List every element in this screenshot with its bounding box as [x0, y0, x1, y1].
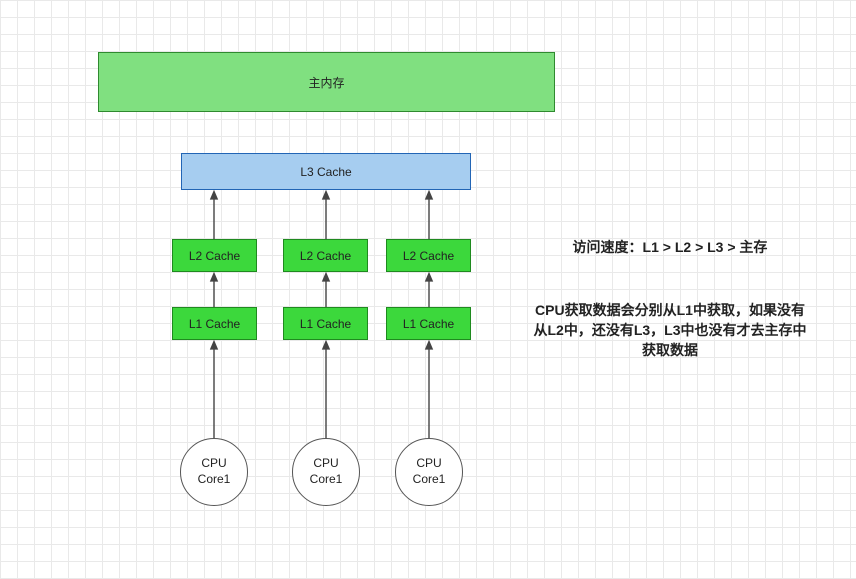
- main-memory-box: 主内存: [98, 52, 555, 112]
- l1-cache-label: L1 Cache: [189, 317, 240, 331]
- annotation-speed: 访问速度：L1 > L2 > L3 > 主存: [530, 237, 810, 257]
- cpu-core-label: CPU Core1: [198, 456, 231, 487]
- l1-cache-label: L1 Cache: [300, 317, 351, 331]
- annotation-speed-text: 访问速度：L1 > L2 > L3 > 主存: [573, 239, 768, 255]
- diagram-canvas: 主内存 L3 Cache L2 Cache L2 Cache L2 Cache …: [0, 0, 856, 579]
- l2-cache-box: L2 Cache: [386, 239, 471, 272]
- cpu-core-box: CPU Core1: [292, 438, 360, 506]
- l2-cache-label: L2 Cache: [189, 249, 240, 263]
- main-memory-label: 主内存: [308, 74, 344, 91]
- l2-cache-label: L2 Cache: [403, 249, 454, 263]
- cpu-core-label: CPU Core1: [413, 456, 446, 487]
- l1-cache-box: L1 Cache: [172, 307, 257, 340]
- l1-cache-box: L1 Cache: [283, 307, 368, 340]
- cpu-core-box: CPU Core1: [395, 438, 463, 506]
- l3-cache-label: L3 Cache: [300, 165, 351, 179]
- l1-cache-box: L1 Cache: [386, 307, 471, 340]
- l2-cache-box: L2 Cache: [283, 239, 368, 272]
- l2-cache-label: L2 Cache: [300, 249, 351, 263]
- l2-cache-box: L2 Cache: [172, 239, 257, 272]
- l3-cache-box: L3 Cache: [181, 153, 471, 190]
- cpu-core-label: CPU Core1: [310, 456, 343, 487]
- annotation-fetch-text: CPU获取数据会分别从L1中获取，如果没有从L2中，还没有L3，L3中也没有才去…: [533, 302, 806, 358]
- l1-cache-label: L1 Cache: [403, 317, 454, 331]
- cpu-core-box: CPU Core1: [180, 438, 248, 506]
- annotation-fetch: CPU获取数据会分别从L1中获取，如果没有从L2中，还没有L3，L3中也没有才去…: [530, 300, 810, 360]
